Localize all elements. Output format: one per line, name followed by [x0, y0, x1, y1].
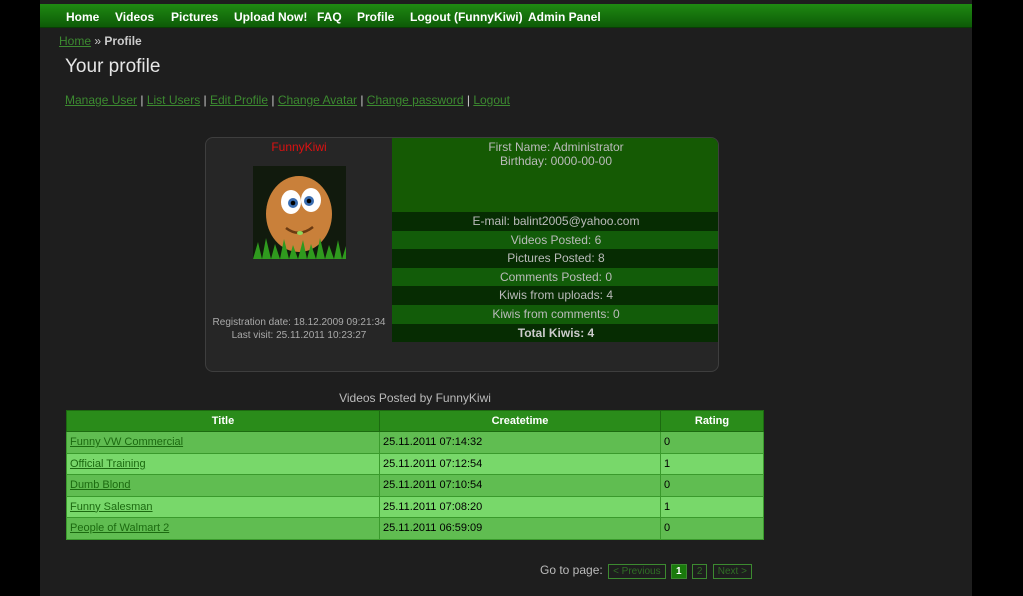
page-title: Your profile — [65, 56, 161, 77]
table-row: Funny VW Commercial 25.11.2011 07:14:32 … — [66, 431, 764, 454]
videos-caption: Videos Posted by FunnyKiwi — [339, 391, 491, 405]
edit-profile-link[interactable]: Edit Profile — [210, 93, 268, 107]
breadcrumb: Home » Profile — [59, 34, 142, 48]
last-visit: Last visit: 25.11.2011 10:23:27 — [231, 330, 367, 341]
kiwis-from-uploads: Kiwis from uploads: 4 — [392, 286, 718, 305]
column-header-createtime[interactable]: Createtime — [379, 410, 661, 432]
kiwis-from-comments: Kiwis from comments: 0 — [392, 304, 718, 324]
video-title-cell: People of Walmart 2 — [66, 517, 380, 540]
rating-cell: 1 — [660, 452, 764, 475]
table-row: Funny Salesman 25.11.2011 07:08:20 1 — [66, 495, 764, 518]
change-avatar-link[interactable]: Change Avatar — [278, 93, 357, 107]
logout-link[interactable]: Logout — [473, 93, 510, 107]
createtime-cell: 25.11.2011 07:10:54 — [379, 474, 661, 497]
createtime-cell: 25.11.2011 07:12:54 — [379, 452, 661, 475]
nav-videos[interactable]: Videos — [115, 10, 154, 24]
nav-pictures[interactable]: Pictures — [171, 10, 218, 24]
column-header-title[interactable]: Title — [66, 410, 380, 432]
page-2-button[interactable]: 2 — [691, 564, 708, 579]
video-title-link[interactable]: People of Walmart 2 — [70, 522, 169, 534]
table-row: Dumb Blond 25.11.2011 07:10:54 0 — [66, 474, 764, 497]
profile-actions: Manage User | List Users | Edit Profile … — [65, 93, 511, 107]
video-title-link[interactable]: Official Training — [70, 458, 146, 470]
total-kiwis: Total Kiwis: 4 — [392, 323, 718, 343]
profile-card-left: FunnyKiwi Registration date: 18.12.2009 … — [206, 138, 392, 371]
rating-cell: 1 — [660, 495, 764, 518]
email: E-mail: balint2005@yahoo.com — [392, 212, 718, 231]
table-row: Official Training 25.11.2011 07:12:54 1 — [66, 452, 764, 475]
profile-card: FunnyKiwi Registration date: 18.12.2009 … — [205, 137, 719, 372]
username: FunnyKiwi — [271, 140, 327, 154]
breadcrumb-current: Profile — [104, 34, 142, 48]
createtime-cell: 25.11.2011 07:14:32 — [379, 431, 661, 454]
nav-profile[interactable]: Profile — [357, 10, 394, 24]
nav-home[interactable]: Home — [66, 10, 99, 24]
videos-posted: Videos Posted: 6 — [392, 230, 718, 250]
nav-upload[interactable]: Upload Now! — [234, 10, 307, 24]
video-title-link[interactable]: Funny VW Commercial — [70, 436, 183, 448]
video-title-cell: Funny Salesman — [66, 495, 380, 518]
pagination-label: Go to page: — [540, 563, 603, 577]
change-password-link[interactable]: Change password — [367, 93, 464, 107]
video-title-cell: Funny VW Commercial — [66, 431, 380, 454]
video-title-cell: Dumb Blond — [66, 474, 380, 497]
previous-page-button[interactable]: < Previous — [608, 564, 666, 579]
list-users-link[interactable]: List Users — [147, 93, 200, 107]
kiwi-avatar-icon — [253, 166, 346, 259]
table-row: People of Walmart 2 25.11.2011 06:59:09 … — [66, 517, 764, 540]
video-title-link[interactable]: Dumb Blond — [70, 479, 131, 491]
videos-table: Title Createtime Rating Funny VW Commerc… — [66, 410, 764, 540]
next-page-button[interactable]: Next > — [712, 564, 752, 579]
manage-user-link[interactable]: Manage User — [65, 93, 137, 107]
createtime-cell: 25.11.2011 06:59:09 — [379, 517, 661, 540]
registration-date: Registration date: 18.12.2009 09:21:34 — [212, 317, 386, 328]
page: Home Videos Pictures Upload Now! FAQ Pro… — [40, 0, 972, 596]
nav-faq[interactable]: FAQ — [317, 10, 342, 24]
breadcrumb-separator: » — [94, 34, 102, 48]
breadcrumb-home-link[interactable]: Home — [59, 34, 91, 48]
birthday: Birthday: 0000-00-00 — [499, 154, 613, 168]
rating-cell: 0 — [660, 517, 764, 540]
video-title-cell: Official Training — [66, 452, 380, 475]
profile-personal-info: First Name: Administrator Birthday: 0000… — [392, 138, 718, 212]
first-name: First Name: Administrator — [488, 140, 624, 154]
page-1-button[interactable]: 1 — [670, 564, 687, 579]
comments-posted: Comments Posted: 0 — [392, 267, 718, 287]
rating-cell: 0 — [660, 474, 764, 497]
createtime-cell: 25.11.2011 07:08:20 — [379, 495, 661, 518]
video-title-link[interactable]: Funny Salesman — [70, 501, 153, 513]
nav-admin-panel[interactable]: Admin Panel — [528, 10, 601, 24]
nav-logout[interactable]: Logout (FunnyKiwi) — [410, 10, 523, 24]
pictures-posted: Pictures Posted: 8 — [392, 249, 718, 268]
profile-card-right: First Name: Administrator Birthday: 0000… — [392, 138, 718, 371]
column-header-rating[interactable]: Rating — [660, 410, 764, 432]
main-nav: Home Videos Pictures Upload Now! FAQ Pro… — [40, 4, 972, 28]
avatar — [253, 166, 346, 259]
profile-stats: E-mail: balint2005@yahoo.com Videos Post… — [392, 212, 718, 343]
table-header-row: Title Createtime Rating — [66, 410, 764, 432]
pagination: Go to page: < Previous 1 2 Next > — [540, 563, 752, 579]
registration-info: Registration date: 18.12.2009 09:21:34 L… — [206, 316, 392, 342]
rating-cell: 0 — [660, 431, 764, 454]
